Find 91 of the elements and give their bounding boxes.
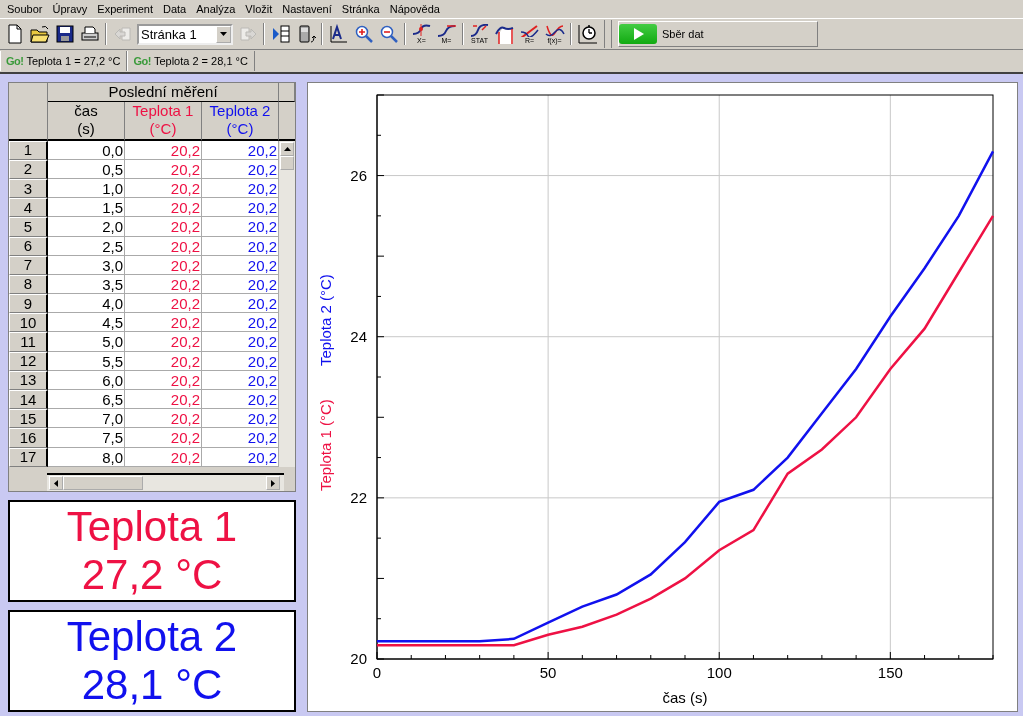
- axis-tick-label: 20: [350, 650, 367, 667]
- axis-tick-label: 100: [706, 664, 732, 681]
- y-axis-label: Teplota 1 (°C): [317, 399, 334, 491]
- printer-icon: [79, 24, 100, 44]
- y-axis-label: Teplota 2 (°C): [317, 274, 334, 366]
- meter-reading: 27,2 °C: [81, 551, 223, 599]
- meter-name: Teplota 2: [66, 613, 238, 661]
- table-cell: 20,2: [125, 294, 202, 314]
- table-cell: 20,2: [202, 313, 279, 333]
- table-cell: 20,2: [202, 409, 279, 429]
- axis-tick-label: 26: [350, 166, 367, 184]
- table-cell: 7,0: [48, 409, 125, 429]
- page-select[interactable]: Stránka 1: [137, 23, 233, 45]
- table-cell: 20,2: [202, 198, 279, 218]
- x-axis-label: čas (s): [662, 689, 708, 706]
- table-cell: 20,2: [125, 390, 202, 410]
- menu-item[interactable]: Nápověda: [384, 3, 445, 15]
- row-number[interactable]: 10: [9, 313, 48, 333]
- statistics-icon: [469, 24, 490, 37]
- menu-item[interactable]: Úpravy: [47, 3, 93, 15]
- table-cell: 20,2: [202, 217, 279, 237]
- axis-tick-label: 24: [350, 327, 367, 345]
- save-icon: [54, 24, 75, 44]
- collect-button[interactable]: Sběr dat: [618, 21, 818, 47]
- table-cell: 20,2: [202, 332, 279, 352]
- table-cell: 20,2: [202, 294, 279, 314]
- axis-tick-label: 22: [350, 488, 367, 506]
- menu-item[interactable]: Vložit: [240, 3, 278, 15]
- autoscale-icon: [328, 24, 349, 44]
- right-arrow-icon: [271, 479, 275, 487]
- column-header: Teplota 2 (°C): [202, 102, 279, 141]
- column-header: čas (s): [48, 102, 125, 141]
- table-cell: 7,5: [48, 428, 125, 448]
- data-table-icon: [270, 24, 291, 44]
- row-number[interactable]: 9: [9, 294, 48, 314]
- up-arrow-icon: [283, 146, 291, 151]
- table-cell: 20,2: [125, 332, 202, 352]
- table-cell: 5,0: [48, 332, 125, 352]
- dropdown-caret-icon[interactable]: [216, 25, 231, 43]
- zoom-in-icon: [353, 24, 374, 44]
- scroll-up-button[interactable]: [280, 141, 294, 156]
- table-cell: 1,5: [48, 198, 125, 218]
- table-cell: 20,2: [202, 390, 279, 410]
- sensor-reading: Teplota 1 = 27,2 °C: [26, 55, 121, 67]
- row-number[interactable]: 16: [9, 428, 48, 448]
- open-folder-icon: [29, 24, 50, 44]
- menu-item[interactable]: Data: [157, 3, 192, 15]
- scroll-right-button[interactable]: [266, 476, 280, 490]
- integral-icon: [494, 24, 515, 44]
- table-cell: 20,2: [125, 198, 202, 218]
- table-cell: 4,0: [48, 294, 125, 314]
- row-number[interactable]: 15: [9, 409, 48, 429]
- table-cell: 6,5: [48, 390, 125, 410]
- scroll-thumb[interactable]: [63, 476, 143, 490]
- table-cell: 2,0: [48, 217, 125, 237]
- menu-item[interactable]: Stránka: [336, 3, 385, 15]
- row-number[interactable]: 5: [9, 217, 48, 237]
- meter-reading: 28,1 °C: [81, 661, 223, 709]
- zoom-out-icon: [378, 24, 399, 44]
- axis-tick-label: 150: [877, 664, 903, 681]
- scroll-left-button[interactable]: [49, 476, 63, 490]
- examine-icon: [411, 24, 432, 37]
- row-number[interactable]: 4: [9, 198, 48, 218]
- sensor-reading: Teplota 2 = 28,1 °C: [153, 55, 248, 67]
- forward-page-icon: [237, 24, 258, 44]
- stopwatch-icon: [577, 24, 598, 44]
- table-cell: 20,2: [125, 428, 202, 448]
- column-header: Teplota 1 (°C): [125, 102, 202, 141]
- menu-item[interactable]: Analýza: [191, 3, 241, 15]
- table-cell: 20,2: [125, 313, 202, 333]
- row-number[interactable]: 11: [9, 332, 48, 352]
- go-logo: Go!: [6, 55, 24, 67]
- table-cell: 20,2: [125, 409, 202, 429]
- play-icon: [619, 24, 657, 44]
- table-cell: 4,5: [48, 313, 125, 333]
- left-arrow-icon: [54, 479, 58, 487]
- menu-item[interactable]: Nastavení: [277, 3, 337, 15]
- linear-fit-icon: [519, 24, 540, 37]
- menu-item[interactable]: Experiment: [92, 3, 158, 15]
- table-title: Poslední měření: [48, 83, 279, 103]
- go-logo: Go!: [133, 55, 151, 67]
- row-number[interactable]: 14: [9, 390, 48, 410]
- table-cell: 20,2: [202, 428, 279, 448]
- meter-name: Teplota 1: [66, 503, 238, 551]
- menu-item[interactable]: Soubor: [2, 3, 48, 15]
- tangent-icon: [436, 24, 457, 37]
- curve-fit-icon: [544, 24, 565, 37]
- back-page-icon: [112, 24, 133, 44]
- table-cell: 20,2: [125, 217, 202, 237]
- axis-tick-label: 0: [372, 664, 382, 681]
- axis-tick-label: 50: [539, 664, 557, 681]
